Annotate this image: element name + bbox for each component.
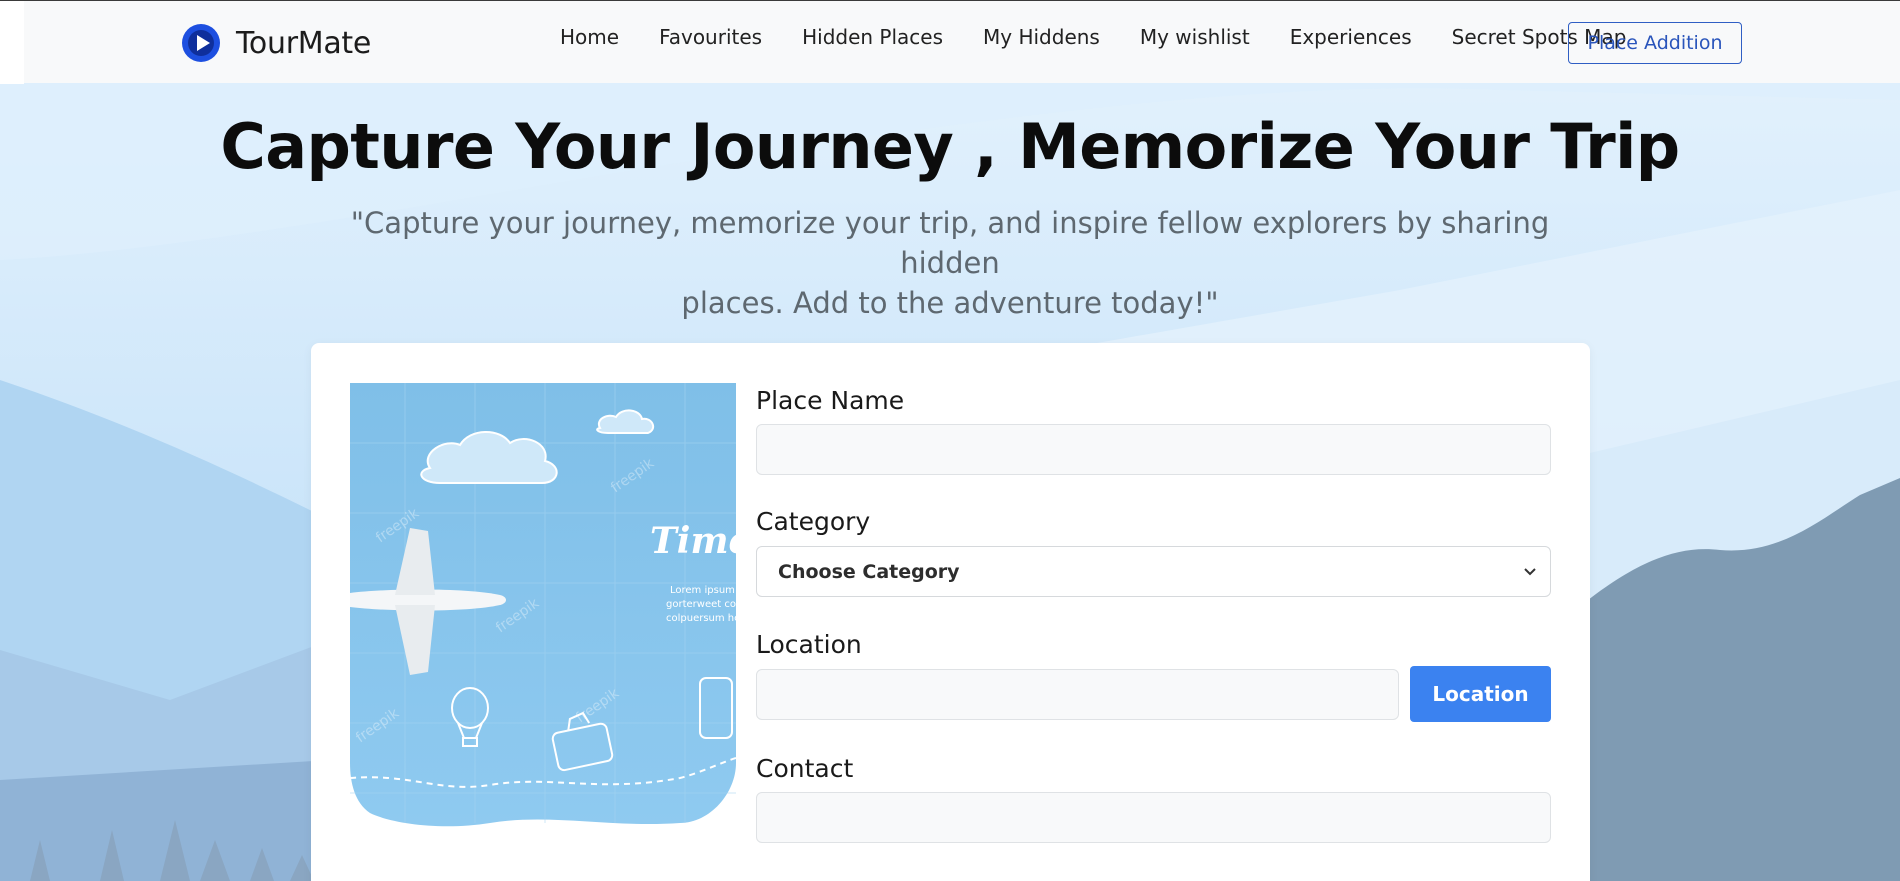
place-form-card: Time T Lorem ipsum d gorterweet co colpu… bbox=[311, 343, 1590, 881]
navbar-edge bbox=[0, 1, 24, 84]
play-circle-icon bbox=[182, 24, 220, 62]
subtitle-line: "Capture your journey, memorize your tri… bbox=[350, 206, 1550, 280]
get-location-button[interactable]: Location bbox=[1410, 666, 1551, 722]
nav-link-my-hiddens[interactable]: My Hiddens bbox=[983, 25, 1100, 49]
nav-links: Home Favourites Hidden Places My Hiddens… bbox=[540, 25, 1666, 49]
place-name-input[interactable] bbox=[756, 424, 1551, 475]
navbar: TourMate Home Favourites Hidden Places M… bbox=[0, 0, 1900, 84]
nav-link-experiences[interactable]: Experiences bbox=[1290, 25, 1412, 49]
nav-link-favourites[interactable]: Favourites bbox=[659, 25, 762, 49]
category-selected-value: Choose Category bbox=[778, 560, 960, 583]
illustration-text-line: gorterweet co bbox=[666, 599, 736, 610]
illustration-text-line: Lorem ipsum d bbox=[670, 585, 736, 596]
location-row: Location bbox=[756, 666, 1551, 722]
location-label: Location bbox=[756, 630, 862, 659]
illustration-script-title: Time T bbox=[650, 520, 736, 562]
brand[interactable]: TourMate bbox=[181, 22, 371, 64]
place-form: Place Name Category Choose Category Loca… bbox=[756, 383, 1551, 843]
page-subtitle: "Capture your journey, memorize your tri… bbox=[340, 203, 1560, 323]
page-title: Capture Your Journey , Memorize Your Tri… bbox=[220, 110, 1680, 183]
contact-label: Contact bbox=[756, 754, 854, 783]
nav-link-home[interactable]: Home bbox=[560, 25, 619, 49]
category-label: Category bbox=[756, 507, 871, 536]
illustration-text-line: colpuersum he bbox=[666, 613, 736, 624]
category-select[interactable]: Choose Category bbox=[756, 546, 1551, 597]
chevron-down-icon bbox=[1524, 568, 1536, 576]
place-addition-button[interactable]: Place Addition bbox=[1568, 22, 1742, 64]
nav-link-my-wishlist[interactable]: My wishlist bbox=[1140, 25, 1250, 49]
brand-name: TourMate bbox=[236, 25, 372, 61]
nav-link-hidden-places[interactable]: Hidden Places bbox=[802, 25, 943, 49]
place-name-label: Place Name bbox=[756, 386, 905, 415]
subtitle-line: places. Add to the adventure today!" bbox=[681, 286, 1219, 320]
location-input[interactable] bbox=[756, 668, 1399, 720]
travel-illustration: Time T Lorem ipsum d gorterweet co colpu… bbox=[350, 383, 736, 863]
contact-input[interactable] bbox=[756, 792, 1551, 843]
